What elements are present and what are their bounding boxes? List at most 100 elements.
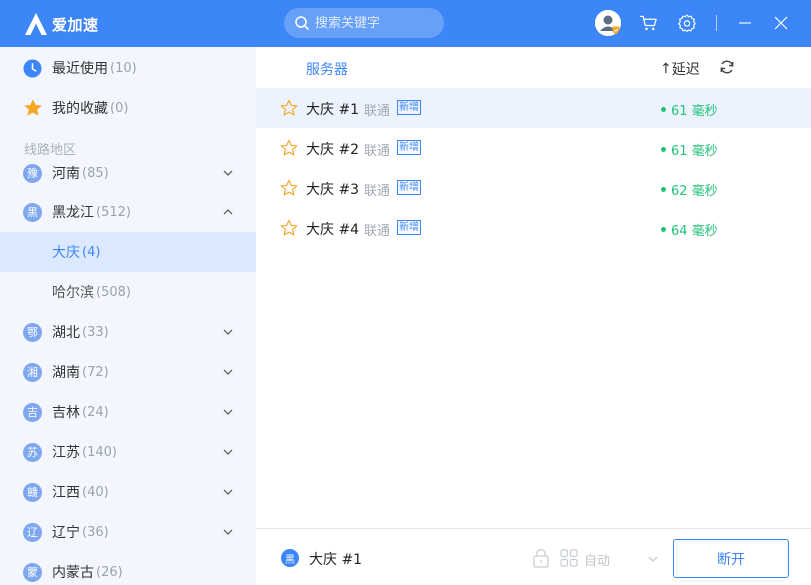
clock-icon [23, 58, 42, 78]
server-latency: 64 毫秒 [661, 220, 718, 239]
sidebar-item-jilin[interactable]: 吉 吉林 (24) [0, 392, 256, 432]
sidebar-item-label: 河南 [52, 166, 80, 182]
chevron-down-icon [223, 449, 233, 455]
sidebar-item-label: 湖南 [52, 365, 80, 381]
sidebar-item-heilongjiang[interactable]: 黑 黑龙江 (512) [0, 192, 256, 232]
server-latency-value: 62 毫秒 [671, 184, 718, 199]
user-avatar-icon [595, 10, 621, 36]
sidebar-item-recent[interactable]: 最近使用 (10) [0, 48, 256, 88]
server-row[interactable]: 大庆 #3 联通 新增 62 毫秒 [256, 168, 811, 208]
sidebar-item-liaoning[interactable]: 辽 辽宁 (36) [0, 512, 256, 552]
column-header-latency-label: 延迟 [671, 62, 700, 78]
minimize-button[interactable] [733, 11, 757, 35]
chevron-up-icon [223, 209, 233, 215]
cart-button[interactable] [637, 11, 661, 35]
connection-bar: 黑 大庆 #1 自动 断开 [256, 528, 811, 585]
server-list-header: 服务器 ↑ 延迟 [256, 47, 811, 87]
status-dot [661, 187, 666, 192]
search-input[interactable] [315, 15, 435, 31]
sidebar-item-count: (24) [82, 404, 109, 420]
server-latency-value: 64 毫秒 [671, 224, 718, 239]
status-dot [661, 227, 666, 232]
server-name: 大庆 #1 [306, 102, 360, 118]
server-list-panel: 服务器 ↑ 延迟 大庆 #1 联通 新增 61 毫秒 大庆 #2 联通 新增 6… [256, 47, 811, 528]
region-badge: 吉 [23, 402, 42, 422]
server-latency-value: 61 毫秒 [671, 104, 718, 119]
sidebar-item-neimenggu[interactable]: 蒙 内蒙古 (26) [0, 552, 256, 585]
sidebar: 最近使用 (10) 我的收藏 (0) 线路地区 豫 河南 (85) 黑 黑龙江 … [0, 47, 256, 585]
sidebar-item-hubei[interactable]: 鄂 湖北 (33) [0, 312, 256, 352]
new-badge: 新增 [397, 220, 421, 235]
sidebar-item-count: (26) [96, 564, 123, 580]
region-badge: 鄂 [23, 322, 42, 342]
region-badge: 湘 [23, 362, 42, 382]
sidebar-item-jiangsu[interactable]: 苏 江苏 (140) [0, 432, 256, 472]
star-icon [24, 99, 42, 116]
server-row[interactable]: 大庆 #1 联通 新增 61 毫秒 [256, 88, 811, 128]
minimize-icon [739, 22, 751, 24]
search-box[interactable] [284, 8, 444, 38]
sidebar-item-count: (36) [82, 524, 109, 540]
favorite-star-icon[interactable] [280, 99, 298, 117]
titlebar-divider [716, 15, 717, 31]
sidebar-item-label: 最近使用 [52, 61, 108, 77]
region-badge: 赣 [23, 482, 42, 502]
sidebar-item-label: 辽宁 [52, 525, 80, 541]
server-row[interactable]: 大庆 #2 联通 新增 61 毫秒 [256, 128, 811, 168]
app-name: 爱加速 [52, 15, 99, 34]
chevron-down-icon [223, 409, 233, 415]
status-dot [661, 107, 666, 112]
sidebar-item-count: (72) [82, 364, 109, 380]
connected-server-name: 大庆 #1 [309, 552, 363, 568]
disconnect-button[interactable]: 断开 [673, 539, 789, 578]
sidebar-item-jiangxi[interactable]: 赣 江西 (40) [0, 472, 256, 512]
user-avatar[interactable] [595, 10, 621, 36]
new-badge: 新增 [397, 140, 421, 155]
sidebar-item-label: 湖北 [52, 325, 80, 341]
region-badge: 黑 [281, 549, 299, 567]
server-row[interactable]: 大庆 #4 联通 新增 64 毫秒 [256, 208, 811, 248]
sidebar-subitem-daqing[interactable]: 大庆 (4) [0, 232, 256, 272]
server-latency: 61 毫秒 [661, 100, 718, 119]
server-name: 大庆 #3 [306, 182, 360, 198]
region-badge: 黑 [23, 202, 42, 222]
settings-button[interactable] [675, 11, 699, 35]
refresh-icon[interactable] [719, 59, 735, 75]
region-badge: 辽 [23, 522, 42, 542]
sidebar-item-label: 黑龙江 [52, 205, 94, 221]
sidebar-item-henan[interactable]: 豫 河南 (85) [0, 153, 256, 193]
sidebar-item-favorites[interactable]: 我的收藏 (0) [0, 88, 256, 128]
sidebar-item-label: 江西 [52, 485, 80, 501]
chevron-down-icon [223, 170, 233, 176]
sidebar-item-label: 我的收藏 [52, 101, 108, 117]
favorite-star-icon[interactable] [280, 179, 298, 197]
new-badge: 新增 [397, 180, 421, 195]
sidebar-item-label: 大庆 [52, 245, 80, 261]
server-isp: 联通 [364, 224, 391, 239]
sidebar-item-label: 吉林 [52, 405, 80, 421]
column-header-latency[interactable]: ↑ 延迟 [660, 59, 700, 79]
sidebar-item-count: (85) [82, 165, 109, 181]
favorite-star-icon[interactable] [280, 139, 298, 157]
sidebar-item-count: (512) [96, 204, 131, 220]
server-latency: 62 毫秒 [661, 180, 718, 199]
lock-icon[interactable] [532, 548, 550, 568]
close-button[interactable] [769, 11, 793, 35]
sidebar-item-count: (140) [82, 444, 117, 460]
grid-icon[interactable] [560, 549, 578, 567]
chevron-down-icon[interactable] [647, 553, 659, 565]
sidebar-subitem-harbin[interactable]: 哈尔滨 (508) [0, 272, 256, 312]
sidebar-item-hunan[interactable]: 湘 湖南 (72) [0, 352, 256, 392]
sidebar-item-count: (10) [110, 60, 137, 76]
column-header-server[interactable]: 服务器 [306, 59, 348, 79]
sidebar-item-label: 内蒙古 [52, 565, 94, 581]
cart-icon [640, 15, 657, 31]
chevron-down-icon [223, 529, 233, 535]
favorite-star-icon[interactable] [280, 219, 298, 237]
gear-icon [678, 14, 696, 32]
status-dot [661, 147, 666, 152]
mode-select-label[interactable]: 自动 [584, 550, 610, 569]
server-isp: 联通 [364, 104, 391, 119]
title-bar: 爱加速 [0, 0, 811, 47]
close-icon [774, 16, 788, 30]
